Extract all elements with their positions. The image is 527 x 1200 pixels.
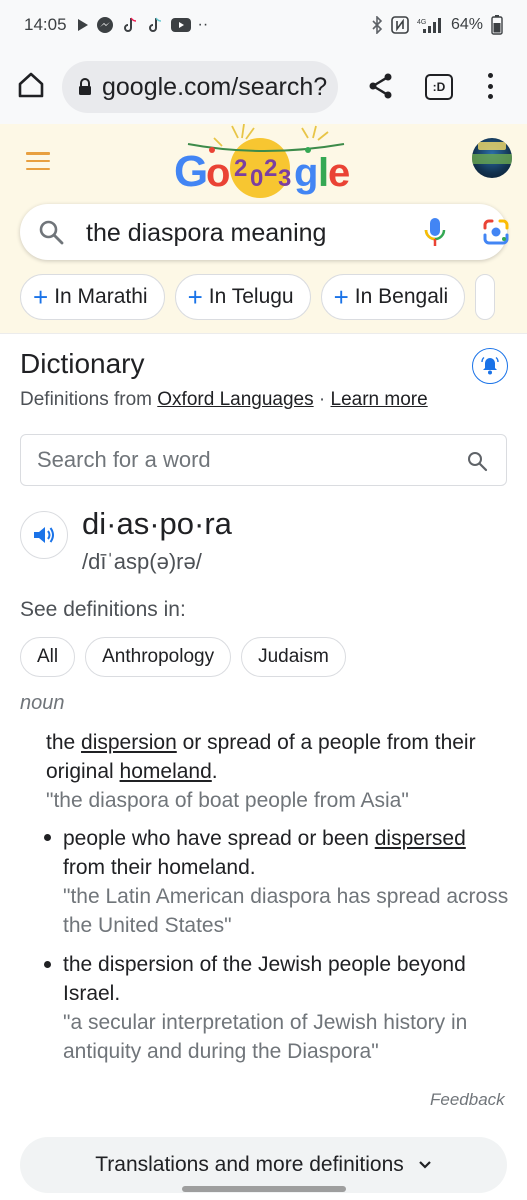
definition-3-example: "a secular interpretation of Jewish hist… [63, 1011, 468, 1063]
url-bar[interactable]: google.com/search? [62, 61, 338, 113]
gesture-navigation-bar[interactable] [182, 1186, 346, 1192]
definition-1: the dispersion or spread of a people fro… [46, 728, 506, 815]
svg-text:0: 0 [250, 165, 263, 192]
notification-bell-button[interactable] [472, 348, 508, 384]
svg-text:G: G [174, 147, 208, 196]
dictionary-source: Definitions from Oxford Languages · Lear… [20, 389, 428, 410]
definition-3: the dispersion of the Jewish people beyo… [63, 950, 513, 1066]
battery-icon [491, 15, 503, 35]
battery-percent: 64% [450, 16, 483, 33]
nfc-icon [391, 16, 409, 34]
svg-text:2: 2 [264, 155, 277, 182]
chevron-down-icon [419, 1161, 431, 1169]
definition-filter-chips: All Anthropology Judaism [20, 637, 346, 677]
dictionary-title: Dictionary [20, 348, 145, 379]
account-avatar[interactable] [472, 138, 512, 178]
oxford-languages-link[interactable]: Oxford Languages [157, 389, 313, 410]
word-search-input[interactable]: Search for a word [20, 434, 507, 486]
suggestion-chips: + In Marathi + In Telugu + In Bengali [20, 274, 527, 320]
plus-icon: + [187, 282, 203, 312]
bluetooth-icon [372, 16, 383, 34]
learn-more-link[interactable]: Learn more [331, 389, 428, 410]
chip-in-bengali[interactable]: + In Bengali [320, 274, 466, 320]
svg-text:4G: 4G [417, 19, 426, 26]
word-search-placeholder: Search for a word [37, 447, 211, 472]
status-right: 4G 64% [371, 15, 503, 35]
see-definitions-label: See definitions in: [20, 598, 186, 621]
part-of-speech: noun [20, 692, 65, 714]
status-bar: 14:05 ·· 4G 64% [0, 0, 527, 50]
plus-icon: + [33, 282, 49, 312]
url-text: google.com/search? [102, 72, 328, 101]
svg-text:2: 2 [234, 155, 247, 182]
notification-icons: ·· [77, 16, 209, 34]
bullet [44, 961, 51, 968]
headword: di·as·po·ra [82, 506, 232, 541]
svg-text:g: g [294, 151, 318, 195]
pronunciation-button[interactable] [20, 511, 68, 559]
bell-icon [481, 356, 499, 375]
svg-text:o: o [206, 151, 230, 195]
translations-more-button[interactable]: Translations and more definitions [20, 1137, 507, 1193]
speaker-icon [34, 527, 54, 543]
chip-in-telugu[interactable]: + In Telugu [174, 274, 311, 320]
dispersed-link[interactable]: dispersed [375, 827, 466, 850]
play-icon [77, 19, 88, 31]
lock-icon [79, 78, 91, 95]
share-icon[interactable] [366, 71, 396, 101]
feedback-link[interactable]: Feedback [430, 1090, 505, 1110]
status-time: 14:05 [24, 15, 67, 34]
search-input[interactable]: the diaspora meaning [86, 219, 326, 248]
google-lens-icon[interactable] [482, 219, 510, 245]
google-header: G o 2 0 2 3 g l e the diaspora meaning +… [0, 124, 527, 334]
browser-toolbar: google.com/search? :D [0, 50, 527, 124]
google-doodle-logo[interactable]: G o 2 0 2 3 g l e [168, 124, 358, 202]
filter-chip-judaism[interactable]: Judaism [241, 637, 346, 677]
microphone-icon[interactable] [423, 216, 447, 248]
svg-text:3: 3 [278, 165, 291, 192]
phonetic-spelling: /dīˈasp(ə)rə/ [82, 549, 202, 574]
home-icon[interactable] [16, 70, 46, 100]
filter-chip-all[interactable]: All [20, 637, 76, 677]
messenger-icon [96, 17, 113, 33]
youtube-icon [170, 18, 191, 32]
browser-menu-icon[interactable] [480, 70, 500, 102]
tiktok-icon [123, 17, 136, 32]
chip-in-marathi[interactable]: + In Marathi [20, 274, 165, 320]
search-box[interactable]: the diaspora meaning [20, 204, 510, 260]
definition-1-example: "the diaspora of boat people from Asia" [46, 789, 409, 812]
4g-signal-icon: 4G [417, 18, 441, 33]
hamburger-menu-icon[interactable] [26, 152, 50, 170]
tiktok-icon [148, 17, 161, 32]
plus-icon: + [333, 282, 349, 312]
definition-2: people who have spread or been dispersed… [63, 824, 513, 940]
tab-switcher-button[interactable]: :D [425, 74, 453, 100]
dispersion-link[interactable]: dispersion [81, 731, 177, 754]
svg-text:e: e [328, 151, 350, 195]
bullet [44, 834, 51, 841]
search-icon[interactable] [466, 450, 488, 472]
homeland-link[interactable]: homeland [120, 760, 212, 783]
search-icon [39, 220, 64, 245]
more-dots: ·· [197, 16, 209, 33]
definition-2-example: "the Latin American diaspora has spread … [63, 885, 509, 937]
filter-chip-anthropology[interactable]: Anthropology [85, 637, 232, 677]
chip-overflow[interactable] [475, 274, 496, 320]
